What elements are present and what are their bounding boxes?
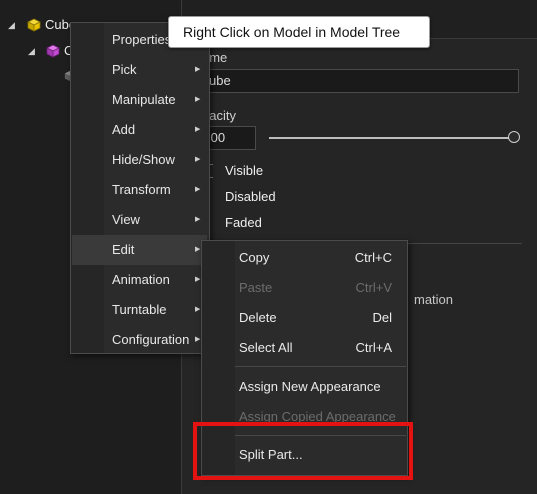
visible-label: Visible — [225, 163, 264, 178]
menu-item-transform[interactable]: Transform ▶ — [72, 175, 207, 205]
part-cube-icon — [46, 44, 60, 58]
menu-item-configuration[interactable]: Configuration ▶ — [72, 325, 207, 355]
submenu-item-label: Select All — [239, 340, 293, 355]
opacity-field[interactable]: .00 — [202, 126, 256, 150]
menu-item-add[interactable]: Add ▶ — [72, 115, 207, 145]
submenu-item-label: Delete — [239, 310, 277, 325]
menu-item-label: Transform — [112, 182, 171, 197]
shortcut-label: Ctrl+V — [355, 280, 392, 295]
menu-item-hide-show[interactable]: Hide/Show ▶ — [72, 145, 207, 175]
submenu-arrow-icon: ▶ — [195, 246, 201, 253]
submenu-arrow-icon: ▶ — [195, 186, 201, 193]
submenu-arrow-icon: ▶ — [195, 306, 201, 313]
menu-item-label: Turntable — [112, 302, 167, 317]
submenu-arrow-icon: ▶ — [195, 126, 201, 133]
submenu-item-copy[interactable]: Copy Ctrl+C — [203, 243, 406, 273]
opacity-slider-track[interactable] — [269, 137, 513, 139]
context-menu: Properties Pick ▶ Manipulate ▶ Add ▶ Hide/S… — [70, 22, 210, 354]
menu-item-label: Edit — [112, 242, 135, 257]
submenu-arrow-icon: ▶ — [195, 96, 201, 103]
menu-item-label: Pick — [112, 62, 137, 77]
menu-item-pick[interactable]: Pick ▶ — [72, 55, 207, 85]
menu-item-label: Animation — [112, 272, 170, 287]
shortcut-label: Ctrl+C — [354, 250, 392, 265]
submenu-arrow-icon: ▶ — [195, 66, 201, 73]
opacity-slider-thumb[interactable] — [508, 131, 520, 143]
submenu-item-paste[interactable]: Paste Ctrl+V — [203, 273, 406, 303]
submenu-item-label: Assign New Appearance — [239, 379, 381, 394]
menu-item-manipulate[interactable]: Manipulate ▶ — [72, 85, 207, 115]
annotation-highlight-box — [193, 422, 413, 480]
menu-item-label: Add — [112, 122, 136, 137]
cube-icon — [27, 18, 41, 32]
submenu-arrow-icon: ▶ — [195, 216, 201, 223]
menu-item-edit[interactable]: Edit ▶ — [72, 235, 207, 265]
instruction-tooltip: Right Click on Model in Model Tree — [168, 16, 430, 48]
menu-item-turntable[interactable]: Turntable ▶ — [72, 295, 207, 325]
submenu-item-label: Copy — [239, 250, 270, 265]
faded-label: Faded — [225, 215, 262, 230]
submenu-item-assign-new-appearance[interactable]: Assign New Appearance — [203, 372, 406, 402]
shortcut-label: Del — [372, 310, 392, 325]
menu-item-label: Manipulate — [112, 92, 176, 107]
menu-item-view[interactable]: View ▶ — [72, 205, 207, 235]
menu-item-label: Configuration — [112, 332, 190, 347]
menu-item-label: Properties — [112, 32, 172, 47]
submenu-arrow-icon: ▶ — [195, 156, 201, 163]
submenu-arrow-icon: ▶ — [195, 336, 201, 343]
menu-item-animation[interactable]: Animation ▶ — [72, 265, 207, 295]
name-field[interactable]: ube — [202, 69, 519, 93]
menu-separator — [235, 366, 406, 367]
menu-item-label: Hide/Show — [112, 152, 175, 167]
expand-arrow-icon[interactable]: ◢ — [8, 15, 15, 35]
submenu-item-select-all[interactable]: Select All Ctrl+A — [203, 333, 406, 363]
submenu-arrow-icon: ▶ — [195, 276, 201, 283]
animation-label: mation — [414, 292, 454, 307]
disabled-label: Disabled — [225, 189, 276, 204]
menu-item-label: View — [112, 212, 140, 227]
shortcut-label: Ctrl+A — [355, 340, 392, 355]
submenu-item-delete[interactable]: Delete Del — [203, 303, 406, 333]
submenu-item-label: Paste — [239, 280, 273, 295]
expand-arrow-icon[interactable]: ◢ — [28, 41, 35, 61]
